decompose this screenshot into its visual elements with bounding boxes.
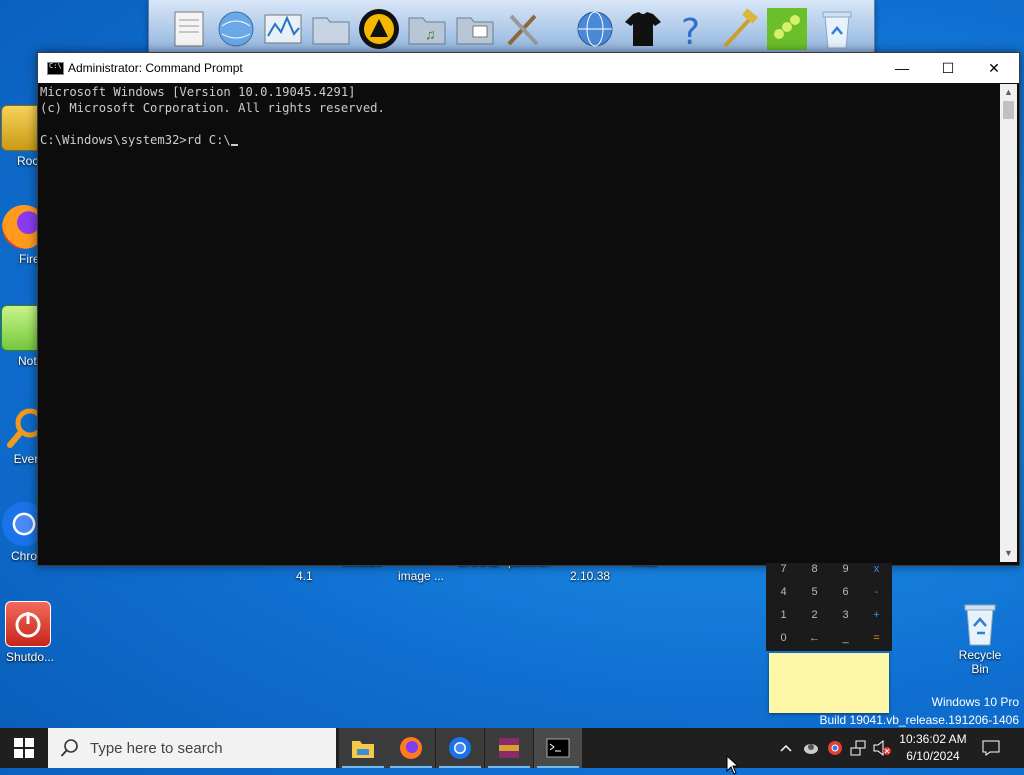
- taskbar-app-file-explorer[interactable]: [339, 728, 387, 768]
- dock: ♫ ?: [148, 0, 875, 59]
- calc-key[interactable]: =: [861, 627, 892, 650]
- chart-icon[interactable]: [261, 6, 305, 52]
- windows-logo-icon: [14, 738, 34, 758]
- search-placeholder: Type here to search: [90, 739, 223, 757]
- hammer-icon[interactable]: [717, 6, 761, 52]
- taskbar-clock[interactable]: 10:36:02 AM 6/10/2024: [890, 731, 976, 765]
- start-button[interactable]: [0, 728, 48, 768]
- calc-key[interactable]: x: [861, 558, 892, 581]
- calc-key[interactable]: 1: [768, 604, 799, 627]
- vertical-scrollbar[interactable]: ▲ ▼: [1000, 84, 1017, 562]
- title-bar[interactable]: Administrator: Command Prompt — ☐ ✕: [38, 53, 1019, 83]
- chrome-icon: [449, 737, 471, 759]
- notepad-icon[interactable]: [167, 6, 211, 52]
- desktop-icon-recycle-bin[interactable]: Recycle Bin: [940, 601, 1020, 676]
- calc-key[interactable]: 8: [799, 558, 830, 581]
- network-globe-icon[interactable]: [573, 6, 617, 52]
- network-icon[interactable]: [848, 728, 870, 768]
- folder-icon[interactable]: [309, 6, 353, 52]
- maximize-button[interactable]: ☐: [925, 53, 971, 83]
- scroll-down-arrow-icon[interactable]: ▼: [1000, 545, 1017, 562]
- calc-key[interactable]: _: [830, 627, 861, 650]
- console-output[interactable]: Microsoft Windows [Version 10.0.19045.42…: [40, 84, 995, 562]
- scroll-up-arrow-icon[interactable]: ▲: [1000, 84, 1017, 101]
- scrollbar-thumb[interactable]: [1003, 101, 1014, 119]
- close-button[interactable]: ✕: [971, 53, 1017, 83]
- winrar-icon: [499, 738, 519, 758]
- calc-key[interactable]: -: [861, 581, 892, 604]
- command-prompt-icon: [546, 738, 570, 758]
- console-line: Microsoft Windows [Version 10.0.19045.42…: [40, 85, 356, 99]
- calc-key[interactable]: 6: [830, 581, 861, 604]
- svg-text:?: ?: [681, 12, 700, 52]
- taskbar: Type here to search 10:36:02 AM 6/10/202…: [0, 728, 1024, 768]
- volume-muted-icon[interactable]: [872, 728, 892, 768]
- svg-text:♫: ♫: [425, 26, 436, 42]
- text-cursor: [230, 144, 238, 146]
- taskbar-app-chrome[interactable]: [436, 728, 484, 768]
- desktop-icon-label: image ...: [398, 569, 445, 583]
- clock-date: 6/10/2024: [906, 749, 960, 763]
- peas-icon[interactable]: [765, 6, 809, 52]
- desktop-icon-label: Shutdo...: [5, 650, 55, 664]
- taskbar-app-firefox[interactable]: [387, 728, 435, 768]
- desktop-icon-label: Recycle Bin: [958, 648, 1002, 676]
- notifications-icon[interactable]: [978, 728, 1004, 768]
- power-icon: [5, 601, 51, 647]
- help-icon[interactable]: ?: [669, 6, 713, 53]
- tshirt-icon[interactable]: [621, 6, 665, 52]
- taskbar-search-box[interactable]: Type here to search: [48, 728, 336, 768]
- console-line: (c) Microsoft Corporation. All rights re…: [40, 101, 385, 115]
- minimize-button[interactable]: —: [879, 53, 925, 83]
- taskbar-app-winrar[interactable]: [485, 728, 533, 768]
- console-line: C:\Windows\system32>rd C:\: [40, 133, 231, 147]
- folder-image-icon[interactable]: [453, 6, 497, 52]
- command-prompt-icon[interactable]: [47, 62, 64, 75]
- window-title: Administrator: Command Prompt: [68, 61, 243, 75]
- calc-key[interactable]: 9: [830, 558, 861, 581]
- calc-key[interactable]: 4: [768, 581, 799, 604]
- sticky-note[interactable]: [769, 653, 889, 713]
- mouse-cursor-icon: [726, 755, 740, 775]
- calc-key[interactable]: 2: [799, 604, 830, 627]
- windows-build-watermark: Build 19041.vb_release.191206-1406: [819, 713, 1020, 727]
- calc-key[interactable]: 0: [768, 627, 799, 650]
- search-icon: [60, 739, 78, 757]
- calculator-widget: 7 8 9 x 4 5 6 - 1 2 3 + 0 ← _ =: [766, 563, 892, 651]
- recycle-icon[interactable]: [815, 6, 859, 52]
- calc-key[interactable]: ←: [799, 627, 830, 650]
- calc-key[interactable]: 7: [768, 558, 799, 581]
- recycle-bin-icon: [961, 601, 999, 646]
- desktop-icon-label: 4.1: [296, 569, 313, 583]
- file-explorer-icon: [352, 741, 374, 758]
- taskbar-app-command-prompt[interactable]: [534, 728, 582, 768]
- tools-icon[interactable]: [501, 6, 545, 52]
- calc-key[interactable]: 3: [830, 604, 861, 627]
- desktop-icon-shutdown[interactable]: Shutdo...: [0, 601, 68, 664]
- chrome-tray-icon[interactable]: [824, 728, 846, 768]
- firefox-icon: [400, 737, 422, 759]
- show-hidden-icons-chevron-icon[interactable]: [776, 728, 796, 768]
- calc-key[interactable]: 5: [799, 581, 830, 604]
- tray-app-icon[interactable]: [800, 728, 822, 768]
- clock-time: 10:36:02 AM: [899, 732, 967, 746]
- console-prompt-line: C:\Windows\system32>rd C:\: [40, 132, 995, 148]
- aimp-icon[interactable]: [357, 6, 401, 52]
- calc-key[interactable]: +: [861, 604, 892, 627]
- windows-edition-watermark: Windows 10 Pro: [931, 695, 1019, 709]
- folder-music-icon[interactable]: ♫: [405, 6, 449, 52]
- command-prompt-window[interactable]: Administrator: Command Prompt — ☐ ✕ Micr…: [37, 52, 1020, 566]
- desktop-icon-label: 2.10.38: [570, 569, 611, 583]
- globe-icon[interactable]: [214, 6, 258, 52]
